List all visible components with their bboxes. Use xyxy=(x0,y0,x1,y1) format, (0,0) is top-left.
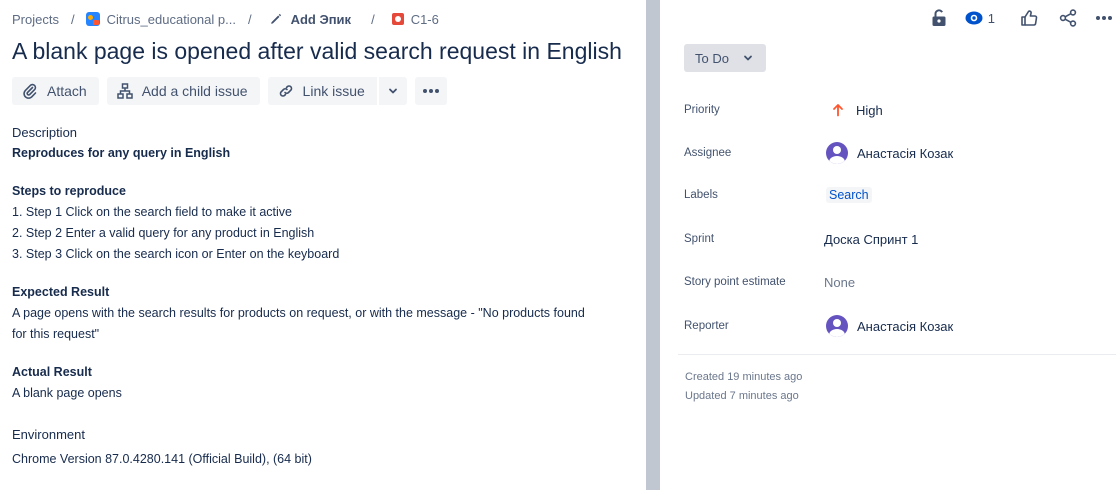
expected-result-text: for this request" xyxy=(12,327,100,341)
created-timestamp: Created 19 minutes ago xyxy=(685,371,803,383)
environment-value[interactable]: Chrome Version 87.0.4280.141 (Official B… xyxy=(12,449,632,470)
priority-text: High xyxy=(856,102,883,118)
description-section: Description Reproduces for any query in … xyxy=(12,122,632,470)
more-icon xyxy=(422,89,439,93)
issue-toolbar: Attach Add a child issue Link issue xyxy=(12,77,447,105)
step-item: 2. Step 2 Enter a valid query for any pr… xyxy=(12,226,315,240)
watch-button[interactable]: 1 xyxy=(965,6,995,30)
breadcrumb-project[interactable]: Citrus_educational p... xyxy=(107,12,236,27)
sprint-value[interactable]: Доска Спринт 1 xyxy=(824,232,918,247)
issue-key: C1-6 xyxy=(410,11,439,27)
steps-heading: Steps to reproduce xyxy=(12,184,126,198)
actual-result-text: A blank page opens xyxy=(12,386,122,400)
breadcrumb-separator: / xyxy=(247,11,252,27)
share-button[interactable] xyxy=(1056,6,1080,30)
issue-top-actions: 1 xyxy=(927,5,1116,31)
sprint-field: Sprint Доска Спринт 1 xyxy=(684,228,1104,250)
chevron-down-icon xyxy=(744,55,752,61)
add-epic-label: Add Эпик xyxy=(290,11,352,27)
expected-result-text: A page opens with the search results for… xyxy=(12,306,585,320)
priority-value[interactable]: High xyxy=(824,102,883,118)
more-icon xyxy=(1096,16,1112,20)
vote-button[interactable] xyxy=(1017,6,1041,30)
eye-icon xyxy=(965,11,983,25)
reporter-label: Reporter xyxy=(684,320,729,332)
lock-icon xyxy=(932,9,946,26)
assignee-label: Assignee xyxy=(684,147,732,159)
link-issue-button[interactable]: Link issue xyxy=(267,77,377,105)
pane-resize-handle[interactable] xyxy=(646,0,660,490)
status-label: To Do xyxy=(695,50,729,66)
step-item: 1. Step 1 Click on the search field to m… xyxy=(12,205,292,219)
assignee-value[interactable]: Анастасія Козак xyxy=(824,142,953,164)
labels-field: Labels Search xyxy=(684,184,1104,206)
issue-main-pane: Projects / Citrus_educational p... / Add… xyxy=(0,0,646,490)
link-icon xyxy=(279,85,292,97)
thumbs-up-icon xyxy=(1021,10,1038,26)
link-issue-group: Link issue xyxy=(267,77,407,105)
assignee-field: Assignee Анастасія Козак xyxy=(684,142,1104,164)
labels-label: Labels xyxy=(684,189,718,201)
hierarchy-icon xyxy=(116,83,133,99)
sprint-label: Sprint xyxy=(684,233,715,245)
label-chip[interactable]: Search xyxy=(826,187,872,203)
breadcrumb-separator: / xyxy=(371,11,375,27)
share-icon xyxy=(1059,9,1077,27)
pencil-icon xyxy=(270,13,281,24)
avatar xyxy=(826,142,848,164)
environment-label: Environment xyxy=(12,427,85,442)
link-issue-dropdown-button[interactable] xyxy=(378,77,407,105)
paperclip-icon xyxy=(23,83,37,99)
breadcrumb-issue[interactable]: C1-6 xyxy=(391,11,439,27)
add-child-issue-label: Add a child issue xyxy=(141,83,248,99)
add-child-issue-button[interactable]: Add a child issue xyxy=(106,77,260,105)
priority-field: Priority High xyxy=(684,99,1104,121)
step-item: 3. Step 3 Click on the search icon or En… xyxy=(12,247,340,261)
attach-button[interactable]: Attach xyxy=(12,77,99,105)
story-point-value[interactable]: None xyxy=(824,275,855,290)
chevron-down-icon xyxy=(388,88,397,94)
actual-result-heading: Actual Result xyxy=(12,365,92,379)
watch-count: 1 xyxy=(987,10,995,26)
details-divider xyxy=(678,354,1116,355)
description-label: Description xyxy=(12,125,78,140)
add-epic-link[interactable]: Add Эпик xyxy=(269,12,351,27)
bug-icon xyxy=(391,13,404,25)
arrow-up-icon xyxy=(833,104,843,117)
breadcrumb: Projects / Citrus_educational p... / Add… xyxy=(12,10,439,28)
issue-title[interactable]: A blank page is opened after valid searc… xyxy=(12,38,622,65)
breadcrumb-projects[interactable]: Projects xyxy=(12,12,59,27)
description-summary[interactable]: Reproduces for any query in English xyxy=(12,143,632,164)
expected-result-heading: Expected Result xyxy=(12,285,110,299)
breadcrumb-separator: / xyxy=(70,11,75,27)
link-issue-label: Link issue xyxy=(302,83,365,99)
more-actions-button[interactable] xyxy=(414,77,447,105)
avatar xyxy=(826,315,848,337)
reporter-field: Reporter Анастасія Козак xyxy=(684,315,1104,337)
attach-label: Attach xyxy=(47,83,87,99)
assignee-name: Анастасія Козак xyxy=(857,145,954,161)
story-point-field: Story point estimate None xyxy=(684,271,1104,293)
priority-label: Priority xyxy=(684,104,720,116)
labels-value[interactable]: Search xyxy=(824,187,872,203)
reporter-name: Анастасія Козак xyxy=(857,318,954,334)
project-avatar-icon xyxy=(85,12,100,26)
reporter-value[interactable]: Анастасія Козак xyxy=(824,315,953,337)
more-options-button[interactable] xyxy=(1092,6,1116,30)
status-dropdown[interactable]: To Do xyxy=(684,44,766,72)
updated-timestamp: Updated 7 minutes ago xyxy=(685,390,799,402)
restrictions-button[interactable] xyxy=(927,6,951,30)
issue-details-pane: 1 To Do Priority High Assignee Анастасія… xyxy=(660,0,1116,490)
story-point-label: Story point estimate xyxy=(684,276,786,288)
